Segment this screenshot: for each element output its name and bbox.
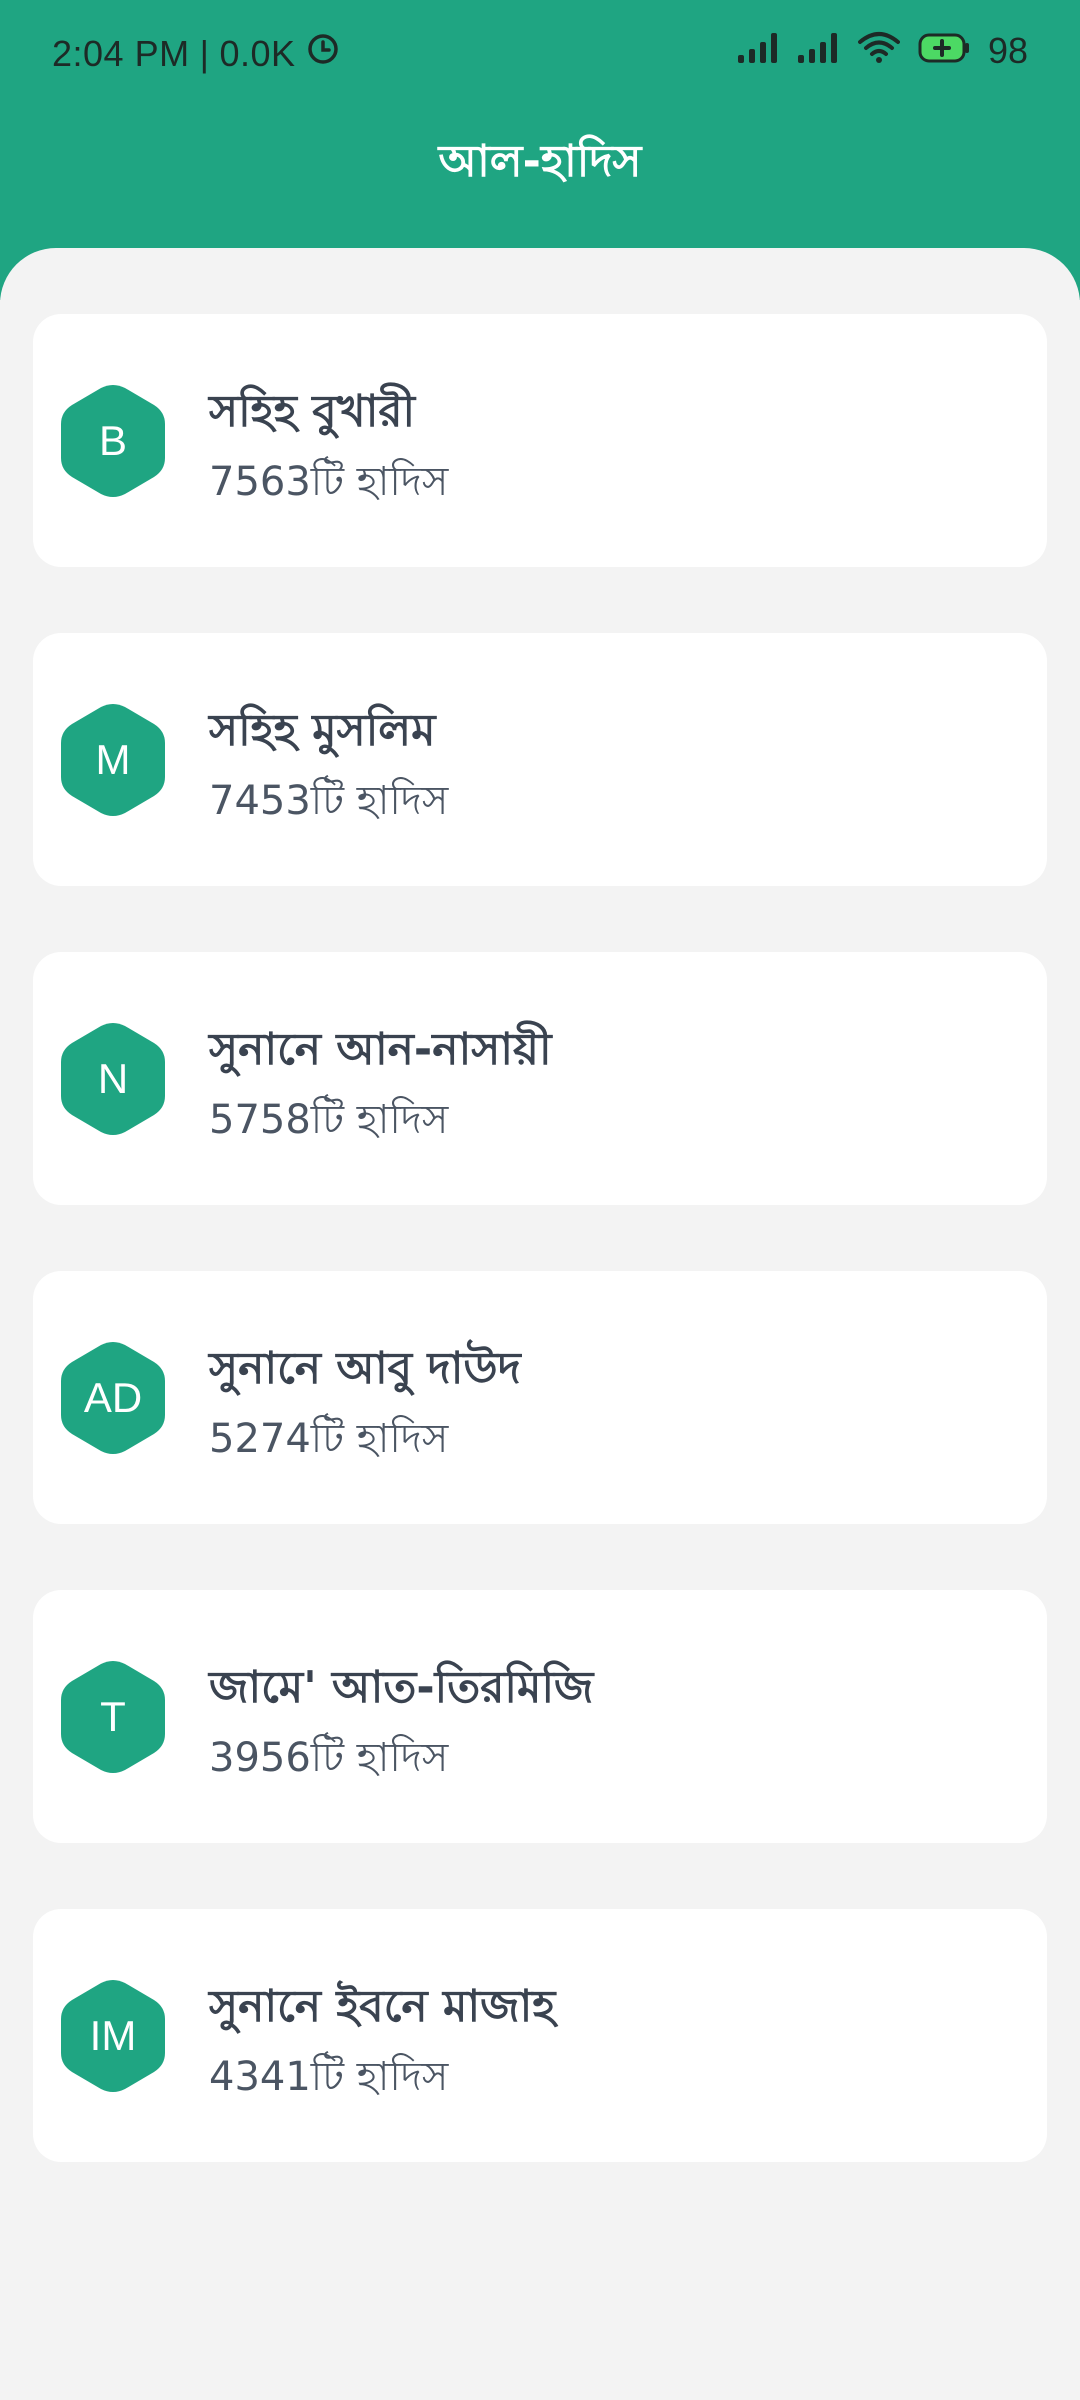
book-badge: N (61, 1022, 165, 1136)
book-badge: IM (61, 1979, 165, 2093)
badge-letter: T (100, 1693, 126, 1740)
list-item-muslim[interactable]: M সহিহ মুসলিম 7453টি হাদিস (33, 633, 1047, 886)
book-name: সুনানে আবু দাউদ (209, 1343, 521, 1394)
signal-icon (797, 30, 840, 72)
list-item-nasai[interactable]: N সুনানে আন-নাসায়ী 5758টি হাদিস (33, 952, 1047, 1205)
list-item-ibn-majah[interactable]: IM সুনানে ইবনে মাজাহ 4341টি হাদিস (33, 1909, 1047, 2162)
badge-letter: IM (89, 2012, 137, 2059)
status-time: 2:04 PM (52, 32, 190, 74)
book-badge: M (61, 703, 165, 817)
status-left: 2:04 PM | 0.0K (52, 32, 340, 75)
badge-letter: M (95, 736, 131, 783)
book-name: জামে' আত-তিরমিজি (209, 1662, 594, 1713)
hadith-count: 7563টি হাদিস (209, 459, 449, 505)
status-bar: 2:04 PM | 0.0K 98 (0, 0, 1080, 108)
hadith-count: 5274টি হাদিস (209, 1416, 449, 1462)
book-badge: AD (61, 1341, 165, 1455)
signal-icon (737, 30, 780, 72)
book-badge: T (61, 1660, 165, 1774)
hadith-count: 5758টি হাদিস (209, 1097, 449, 1143)
status-separator: | (199, 32, 210, 74)
book-name: সহিহ বুখারী (209, 386, 416, 437)
hadith-count: 3956টি হাদিস (209, 1735, 449, 1781)
battery-charging-icon (918, 30, 970, 72)
book-list: B সহিহ বুখারী 7563টি হাদিস M সহিহ মুসলিম… (0, 248, 1080, 2400)
badge-letter: N (97, 1055, 129, 1102)
badge-letter: AD (83, 1374, 143, 1421)
list-item-tirmidhi[interactable]: T জামে' আত-তিরমিজি 3956টি হাদিস (33, 1590, 1047, 1843)
alarm-icon (306, 32, 340, 75)
list-item-bukhari[interactable]: B সহিহ বুখারী 7563টি হাদিস (33, 314, 1047, 567)
book-badge: B (61, 384, 165, 498)
wifi-icon (857, 30, 900, 72)
book-name: সুনানে ইবনে মাজাহ (209, 1981, 556, 2032)
hadith-count: 7453টি হাদিস (209, 778, 449, 824)
book-name: সুনানে আন-নাসায়ী (209, 1024, 552, 1075)
status-right: 98 (737, 30, 1028, 72)
network-speed: 0.0K (219, 32, 296, 74)
book-name: সহিহ মুসলিম (209, 705, 436, 756)
page-title: আল-হাদিস (438, 136, 642, 187)
hadith-count: 4341টি হাদিস (209, 2054, 449, 2100)
battery-level: 98 (987, 30, 1028, 71)
badge-letter: B (98, 417, 127, 464)
list-item-abu-dawud[interactable]: AD সুনানে আবু দাউদ 5274টি হাদিস (33, 1271, 1047, 1524)
